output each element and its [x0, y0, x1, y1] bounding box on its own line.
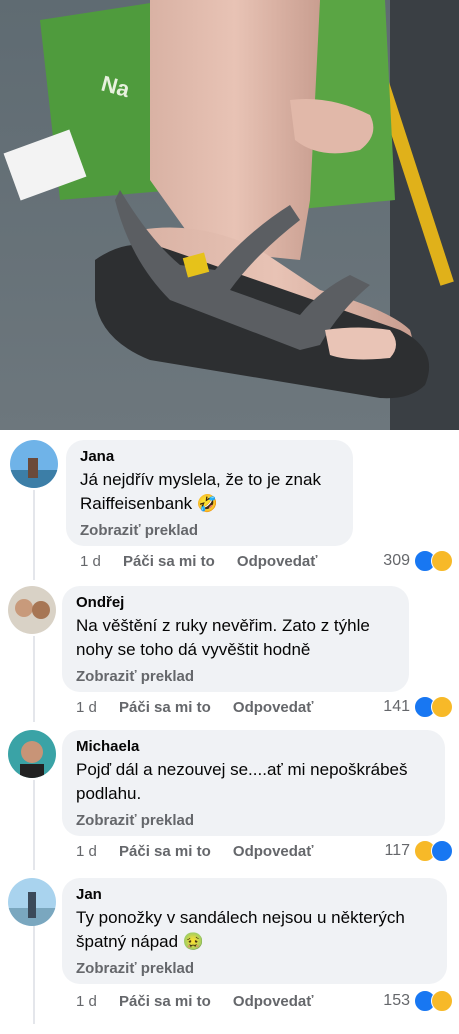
comment-time[interactable]: 1 d [80, 553, 101, 570]
comment-actions: 1 d Páči sa mi to Odpovedať [76, 698, 331, 718]
reply-button[interactable]: Odpovedať [237, 553, 318, 570]
thread-line [33, 490, 35, 580]
see-translation-link[interactable]: Zobraziť preklad [76, 960, 433, 978]
reaction-summary[interactable]: 117 [384, 840, 453, 862]
like-button[interactable]: Páči sa mi to [119, 843, 211, 860]
avatar-image [8, 586, 56, 634]
comment-text: Já nejdřív myslela, že to je znak Raiffe… [80, 470, 321, 513]
reaction-summary[interactable]: 153 [383, 990, 453, 1012]
comment-bubble: Jan Ty ponožky v sandálech nejsou u někt… [62, 878, 447, 984]
like-button[interactable]: Páči sa mi to [119, 993, 211, 1010]
thread-line [33, 636, 35, 722]
avatar-image [10, 440, 58, 488]
avatar-image [8, 730, 56, 778]
reaction-count: 309 [383, 552, 410, 569]
avatar[interactable] [8, 586, 56, 634]
haha-icon [431, 550, 453, 572]
comment-actions: 1 d Páči sa mi to Odpovedať [76, 842, 331, 862]
see-translation-link[interactable]: Zobraziť preklad [80, 522, 339, 540]
comment-author[interactable]: Jana [80, 448, 339, 466]
see-translation-link[interactable]: Zobraziť preklad [76, 668, 395, 686]
reaction-count: 117 [384, 842, 410, 859]
reply-button[interactable]: Odpovedať [233, 843, 314, 860]
comment-time[interactable]: 1 d [76, 699, 97, 716]
comment-text: Ty ponožky v sandálech nejsou u některýc… [76, 908, 405, 951]
thread-line [33, 780, 35, 870]
reply-button[interactable]: Odpovedať [233, 699, 314, 716]
comment-time[interactable]: 1 d [76, 843, 97, 860]
haha-icon [431, 990, 453, 1012]
comment-author[interactable]: Michaela [76, 738, 431, 756]
sandal-photo-image: Na [0, 0, 459, 430]
comment-author[interactable]: Ondřej [76, 594, 395, 612]
comments-section: Jana Já nejdřív myslela, že to je znak R… [0, 430, 459, 1034]
reaction-summary[interactable]: 141 [383, 696, 453, 718]
comment-bubble: Michaela Pojď dál a nezouvej se....ať mi… [62, 730, 445, 836]
reaction-summary[interactable]: 309 [383, 550, 453, 572]
thread-line [33, 926, 35, 1024]
comment-time[interactable]: 1 d [76, 993, 97, 1010]
haha-icon [431, 696, 453, 718]
comment-bubble: Jana Já nejdřív myslela, že to je znak R… [66, 440, 353, 546]
comment-author[interactable]: Jan [76, 886, 433, 904]
reaction-count: 141 [383, 698, 410, 715]
like-button[interactable]: Páči sa mi to [123, 553, 215, 570]
see-translation-link[interactable]: Zobraziť preklad [76, 812, 431, 830]
reply-button[interactable]: Odpovedať [233, 993, 314, 1010]
like-button[interactable]: Páči sa mi to [119, 699, 211, 716]
comment-actions: 1 d Páči sa mi to Odpovedať [80, 552, 335, 572]
comment-bubble: Ondřej Na věštění z ruky nevěřim. Zato z… [62, 586, 409, 692]
avatar-image [8, 878, 56, 926]
like-icon [431, 840, 453, 862]
avatar[interactable] [8, 730, 56, 778]
avatar[interactable] [10, 440, 58, 488]
reaction-count: 153 [383, 992, 410, 1009]
comment-actions: 1 d Páči sa mi to Odpovedať [76, 992, 331, 1012]
post-photo[interactable]: Na [0, 0, 459, 430]
comment-text: Na věštění z ruky nevěřim. Zato z týhle … [76, 616, 370, 659]
comment-text: Pojď dál a nezouvej se....ať mi nepoškrá… [76, 760, 408, 803]
avatar[interactable] [8, 878, 56, 926]
